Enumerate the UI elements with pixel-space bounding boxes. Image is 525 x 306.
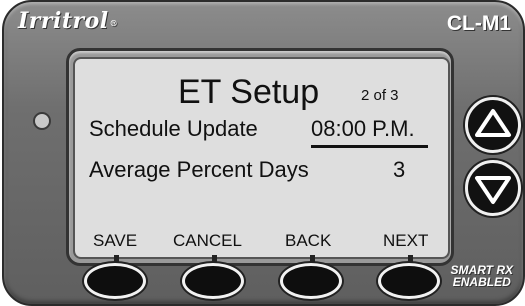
controller-housing: Irritrol® CL-M1 ET Setup 2 of 3 Schedule… [2, 0, 525, 306]
softkey-label-save: SAVE [93, 231, 138, 250]
schedule-update-label: Schedule Update [89, 116, 258, 141]
average-percent-days-value[interactable]: 3 [393, 157, 405, 183]
save-button[interactable] [84, 263, 146, 299]
status-led [33, 112, 51, 130]
back-button[interactable] [280, 263, 342, 299]
screen-title: ET Setup [178, 73, 320, 111]
model-label: CL-M1 [446, 12, 511, 35]
up-arrow-button[interactable] [465, 97, 521, 153]
badge-line-2: ENABLED [452, 275, 511, 289]
brand-logo: Irritrol® [18, 8, 119, 34]
lcd-screen: ET Setup 2 of 3 Schedule Update 08:00 P.… [73, 57, 450, 259]
triangle-up-icon [475, 109, 511, 137]
softkey-label-cancel: CANCEL [173, 231, 242, 250]
softkey-label-back: BACK [285, 231, 332, 250]
page-indicator: 2 of 3 [361, 87, 399, 104]
triangle-down-icon [475, 176, 511, 204]
softkey-label-next: NEXT [383, 231, 429, 250]
smart-rx-badge: SMART RX ENABLED [451, 264, 513, 288]
schedule-update-value[interactable]: 08:00 P.M. [311, 116, 415, 142]
next-button[interactable] [378, 263, 440, 299]
value-cursor-underline [311, 145, 428, 148]
cancel-button[interactable] [182, 263, 244, 299]
average-percent-days-label: Average Percent Days [89, 157, 309, 182]
down-arrow-button[interactable] [465, 160, 521, 216]
